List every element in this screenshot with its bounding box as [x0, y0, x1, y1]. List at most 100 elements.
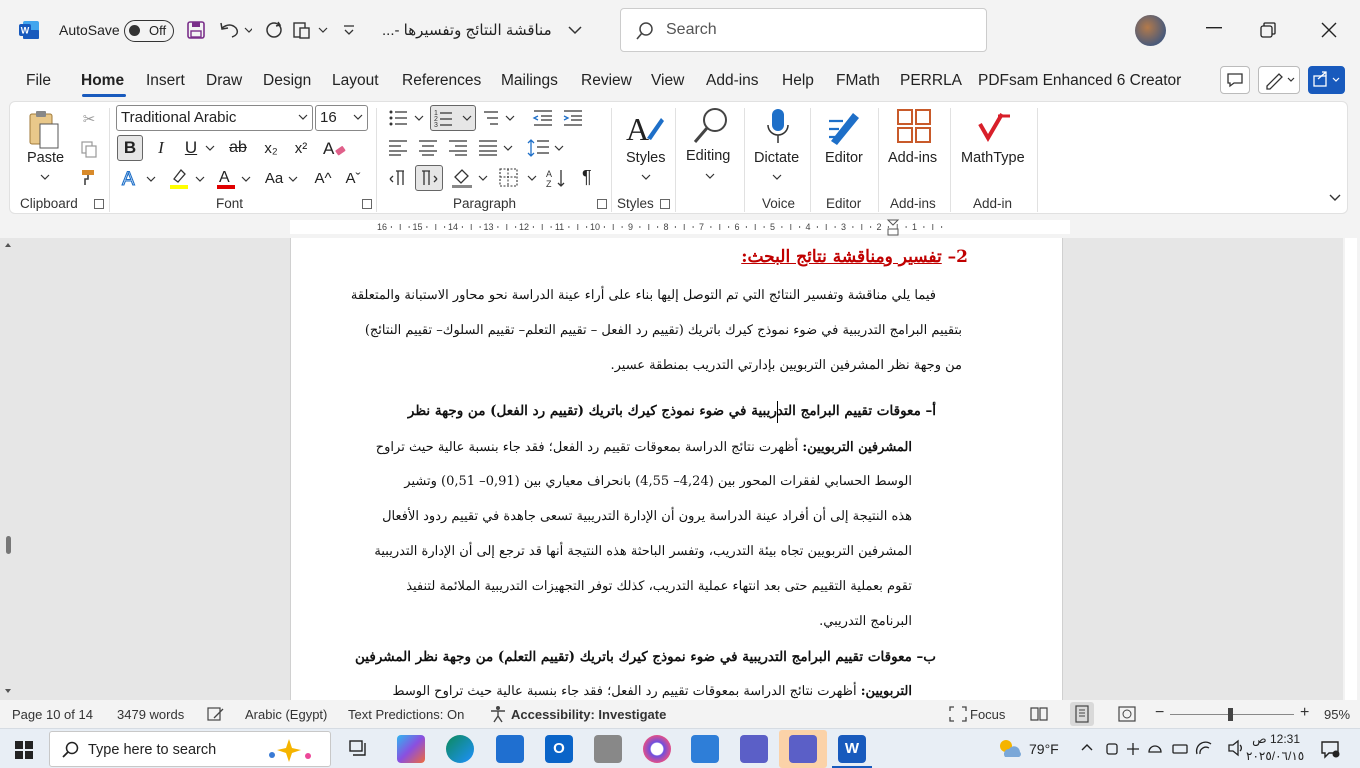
tab-design[interactable]: Design: [263, 72, 311, 90]
superscript-button[interactable]: x²: [288, 135, 314, 161]
left-scrollbar[interactable]: [2, 238, 14, 700]
word-count[interactable]: 3479 words: [117, 707, 184, 722]
zoom-slider-thumb[interactable]: [1228, 708, 1233, 721]
editing-mode-button[interactable]: [1258, 66, 1300, 94]
restore-icon[interactable]: [1260, 22, 1276, 38]
format-painter-icon[interactable]: [78, 166, 100, 188]
strikethrough-button[interactable]: ab: [223, 135, 253, 161]
shrink-font-button[interactable]: Aˇ: [340, 165, 366, 191]
bold-button[interactable]: B: [117, 135, 143, 161]
editing-icon[interactable]: [691, 106, 731, 146]
save-icon[interactable]: [186, 20, 206, 40]
sort-icon[interactable]: AZ: [546, 167, 568, 189]
autosave-toggle[interactable]: Off: [124, 20, 174, 42]
add-ins-icon[interactable]: [896, 108, 934, 146]
paragraph-launcher-icon[interactable]: [597, 199, 607, 209]
msn-icon[interactable]: [643, 735, 671, 763]
page-count[interactable]: Page 10 of 14: [12, 707, 93, 722]
clock-time[interactable]: 12:31 ص: [1252, 732, 1300, 746]
edge-browser-icon[interactable]: [446, 735, 474, 763]
clipboard-launcher-icon[interactable]: [94, 199, 104, 209]
editing-chevron-icon[interactable]: [705, 173, 715, 179]
focus-label[interactable]: Focus: [970, 707, 1005, 722]
tray-icons[interactable]: [1105, 740, 1217, 758]
accessibility-status[interactable]: Accessibility: Investigate: [511, 707, 666, 722]
undo-icon[interactable]: [218, 20, 252, 40]
microsoft-store-icon[interactable]: [496, 735, 524, 763]
document-page[interactable]: 2– تفسير ومناقشة نتائج البحث: فيما يلي م…: [290, 238, 1063, 700]
speaker-icon[interactable]: [1227, 739, 1245, 757]
numbering-button[interactable]: 123: [430, 105, 476, 131]
redo-icon[interactable]: [264, 20, 284, 40]
outlook-icon[interactable]: O: [545, 735, 573, 763]
align-center-icon[interactable]: [418, 139, 438, 157]
shading-icon[interactable]: [451, 167, 489, 189]
copy-icon[interactable]: [78, 138, 100, 160]
change-case-chevron-icon[interactable]: [288, 176, 298, 182]
rtl-direction-button[interactable]: [415, 165, 443, 191]
tab-insert[interactable]: Insert: [146, 72, 185, 90]
underline-chevron-icon[interactable]: [205, 145, 215, 151]
word-taskbar-icon[interactable]: W: [838, 735, 866, 763]
decrease-indent-icon[interactable]: [532, 108, 554, 128]
language-indicator[interactable]: Arabic (Egypt): [245, 707, 327, 722]
line-spacing-icon[interactable]: [527, 137, 567, 159]
grow-font-button[interactable]: A^: [310, 165, 336, 191]
close-icon[interactable]: [1321, 22, 1337, 38]
font-color-chevron-icon[interactable]: [241, 176, 251, 182]
tab-perrla[interactable]: PERRLA: [900, 72, 962, 90]
font-name-combo[interactable]: Traditional Arabic: [116, 105, 313, 131]
borders-icon[interactable]: [498, 167, 538, 189]
multilevel-list-icon[interactable]: [480, 108, 516, 128]
align-right-icon[interactable]: [448, 139, 468, 157]
tab-layout[interactable]: Layout: [332, 72, 379, 90]
highlight-chevron-icon[interactable]: [195, 176, 205, 182]
user-avatar[interactable]: [1135, 15, 1166, 46]
temperature[interactable]: 79°F: [1029, 741, 1059, 757]
copilot-app-icon[interactable]: [397, 735, 425, 763]
app-icon-generic[interactable]: [594, 735, 622, 763]
paste-options-icon[interactable]: [292, 20, 332, 40]
font-color-icon[interactable]: A: [213, 165, 239, 191]
teams-icon[interactable]: [740, 735, 768, 763]
tab-file[interactable]: File: [26, 72, 51, 90]
read-mode-icon[interactable]: [1030, 706, 1048, 722]
zoom-out-button[interactable]: −: [1155, 704, 1164, 722]
search-input[interactable]: Search: [620, 8, 987, 52]
zoom-in-button[interactable]: +: [1300, 704, 1309, 722]
task-view-icon[interactable]: [349, 740, 369, 758]
share-button[interactable]: [1308, 66, 1345, 94]
show-formatting-marks-icon[interactable]: ¶: [582, 167, 592, 188]
tab-references[interactable]: References: [402, 72, 481, 90]
files-app-icon[interactable]: [691, 735, 719, 763]
focus-icon[interactable]: [949, 706, 967, 722]
zoom-level[interactable]: 95%: [1324, 707, 1350, 722]
tab-add-ins[interactable]: Add-ins: [706, 72, 759, 90]
paste-icon[interactable]: [26, 108, 64, 152]
horizontal-ruler[interactable]: 16 15 14 13 12 11 10 9 8 7 6 5 4 3 2 1: [270, 217, 1350, 237]
title-chevron-down-icon[interactable]: [568, 25, 582, 35]
editor-label[interactable]: Editor: [825, 150, 863, 166]
tab-review[interactable]: Review: [581, 72, 632, 90]
increase-indent-icon[interactable]: [562, 108, 584, 128]
text-effects-icon[interactable]: A: [117, 165, 145, 191]
weather-icon[interactable]: [997, 737, 1023, 761]
microphone-icon[interactable]: [765, 107, 791, 147]
document-title[interactable]: ...- مناقشة النتائج وتفسيرها: [382, 21, 558, 39]
clock-date[interactable]: ٢٠٢٥/٠٦/١٥: [1246, 749, 1304, 763]
notifications-icon[interactable]: [1320, 739, 1340, 759]
customize-toolbar-icon[interactable]: [342, 24, 356, 36]
change-case-button[interactable]: Aa: [260, 165, 288, 191]
bullets-icon[interactable]: [388, 108, 426, 128]
font-launcher-icon[interactable]: [362, 199, 372, 209]
web-layout-icon[interactable]: [1118, 706, 1136, 722]
teams-work-icon[interactable]: [789, 735, 817, 763]
tab-view[interactable]: View: [651, 72, 684, 90]
tab-fmath[interactable]: FMath: [836, 72, 880, 90]
minimize-icon[interactable]: [1206, 26, 1222, 30]
styles-icon[interactable]: A: [625, 108, 665, 148]
dictate-chevron-icon[interactable]: [772, 174, 782, 180]
accessibility-icon[interactable]: [489, 705, 507, 723]
taskbar-search-input[interactable]: Type here to search: [49, 731, 331, 767]
align-left-icon[interactable]: [388, 139, 408, 157]
